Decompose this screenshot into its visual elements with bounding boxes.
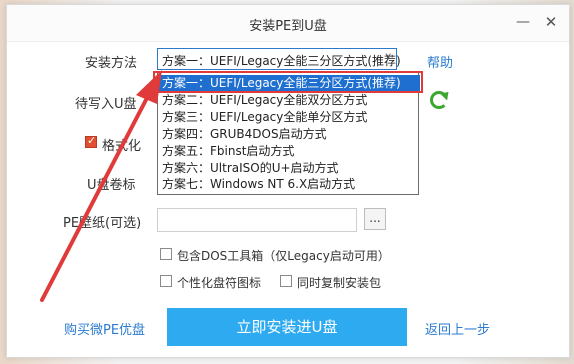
wallpaper-label: PE壁纸(可选) bbox=[63, 216, 142, 231]
window-title: 安装PE到U盘 bbox=[249, 19, 327, 34]
include-dos-label: 包含DOS工具箱（仅Legacy启动可用） bbox=[177, 249, 390, 263]
dropdown-option-3[interactable]: 方案三：UEFI/Legacy全能单分区方式 bbox=[158, 109, 420, 126]
copy-installer-label: 同时复制安装包 bbox=[297, 276, 382, 290]
install-method-select[interactable]: 方案一：UEFI/Legacy全能三分区方式(推荐) v bbox=[157, 48, 401, 70]
format-label: 格式化 bbox=[102, 139, 142, 154]
close-button[interactable]: ✕ bbox=[540, 11, 562, 33]
back-link[interactable]: 返回上一步 bbox=[425, 319, 490, 338]
dropdown-option-7[interactable]: 方案七：Windows NT 6.X启动方式 bbox=[158, 176, 420, 193]
dropdown-option-1[interactable]: 方案一：UEFI/Legacy全能三分区方式(推荐) bbox=[158, 75, 420, 92]
install-method-value: 方案一：UEFI/Legacy全能三分区方式(推荐) bbox=[162, 54, 401, 68]
wallpaper-input[interactable] bbox=[157, 208, 357, 232]
refresh-icon[interactable] bbox=[430, 91, 448, 109]
dropdown-option-4[interactable]: 方案四：GRUB4DOS启动方式 bbox=[158, 126, 420, 143]
copy-installer-checkbox[interactable] bbox=[280, 275, 292, 287]
install-to-usb-button[interactable]: 立即安装进U盘 bbox=[167, 308, 407, 346]
install-pe-dialog: 安装PE到U盘 — ✕ 安装方法 方案一：UEFI/Legacy全能三分区方式(… bbox=[6, 4, 570, 358]
custom-icon-label: 个性化盘符图标 bbox=[177, 276, 262, 290]
include-dos-checkbox[interactable] bbox=[160, 248, 172, 260]
dropdown-option-5[interactable]: 方案五：Fbinst启动方式 bbox=[158, 143, 420, 160]
usb-volume-label: U盘卷标 bbox=[87, 178, 136, 193]
help-link[interactable]: 帮助 bbox=[427, 52, 453, 71]
custom-icon-checkbox[interactable] bbox=[160, 275, 172, 287]
format-checkbox[interactable] bbox=[85, 134, 97, 148]
buy-pe-usb-link[interactable]: 购买微PE优盘 bbox=[64, 319, 145, 338]
target-disk-label: 待写入U盘 bbox=[75, 97, 137, 112]
title-bar: 安装PE到U盘 — ✕ bbox=[7, 5, 569, 42]
minimize-button[interactable]: — bbox=[512, 11, 534, 33]
dropdown-option-2[interactable]: 方案二：UEFI/Legacy全能双分区方式 bbox=[158, 92, 420, 109]
browse-button[interactable]: ... bbox=[364, 208, 386, 230]
install-method-dropdown: 方案一：UEFI/Legacy全能三分区方式(推荐) 方案二：UEFI/Lega… bbox=[157, 71, 420, 195]
chevron-down-icon: v bbox=[385, 51, 391, 62]
dropdown-option-6[interactable]: 方案六：UltraISO的U+启动方式 bbox=[158, 160, 420, 177]
install-method-label: 安装方法 bbox=[85, 56, 138, 71]
